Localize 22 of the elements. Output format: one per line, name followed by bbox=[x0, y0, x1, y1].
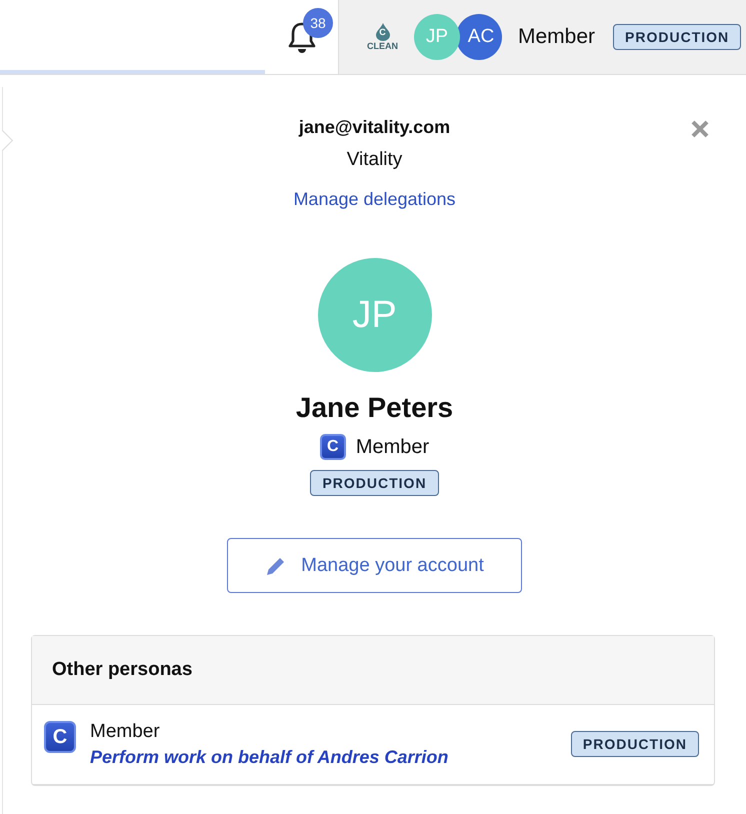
close-icon[interactable] bbox=[690, 119, 710, 139]
logo-text: CLEAN bbox=[367, 41, 398, 51]
environment-tag: PRODUCTION bbox=[310, 470, 439, 496]
environment-tag: PRODUCTION bbox=[570, 731, 699, 757]
role-label: Member bbox=[356, 436, 430, 458]
manage-delegations-link[interactable]: Manage delegations bbox=[293, 189, 456, 210]
delegation-link[interactable]: Perform work on behalf of Andres Carrion bbox=[90, 747, 557, 768]
role-badge: C bbox=[44, 721, 76, 753]
user-name: Jane Peters bbox=[296, 392, 454, 424]
email-text: jane@vitality.com bbox=[298, 117, 450, 138]
manage-account-button[interactable]: Manage your account bbox=[227, 538, 522, 593]
user-avatar: JP bbox=[318, 258, 432, 372]
user-avatar[interactable]: AC bbox=[456, 14, 502, 60]
droplet-icon bbox=[376, 23, 390, 41]
role-badge: C bbox=[320, 434, 346, 460]
environment-tag: PRODUCTION bbox=[613, 24, 742, 50]
role-label: Member bbox=[518, 25, 596, 49]
organization-name: Vitality bbox=[346, 149, 402, 171]
role-label: Member bbox=[90, 721, 161, 743]
notification-count: 38 bbox=[303, 8, 333, 38]
section-header: Other personas bbox=[32, 636, 714, 705]
logo-letter: C bbox=[379, 27, 386, 37]
